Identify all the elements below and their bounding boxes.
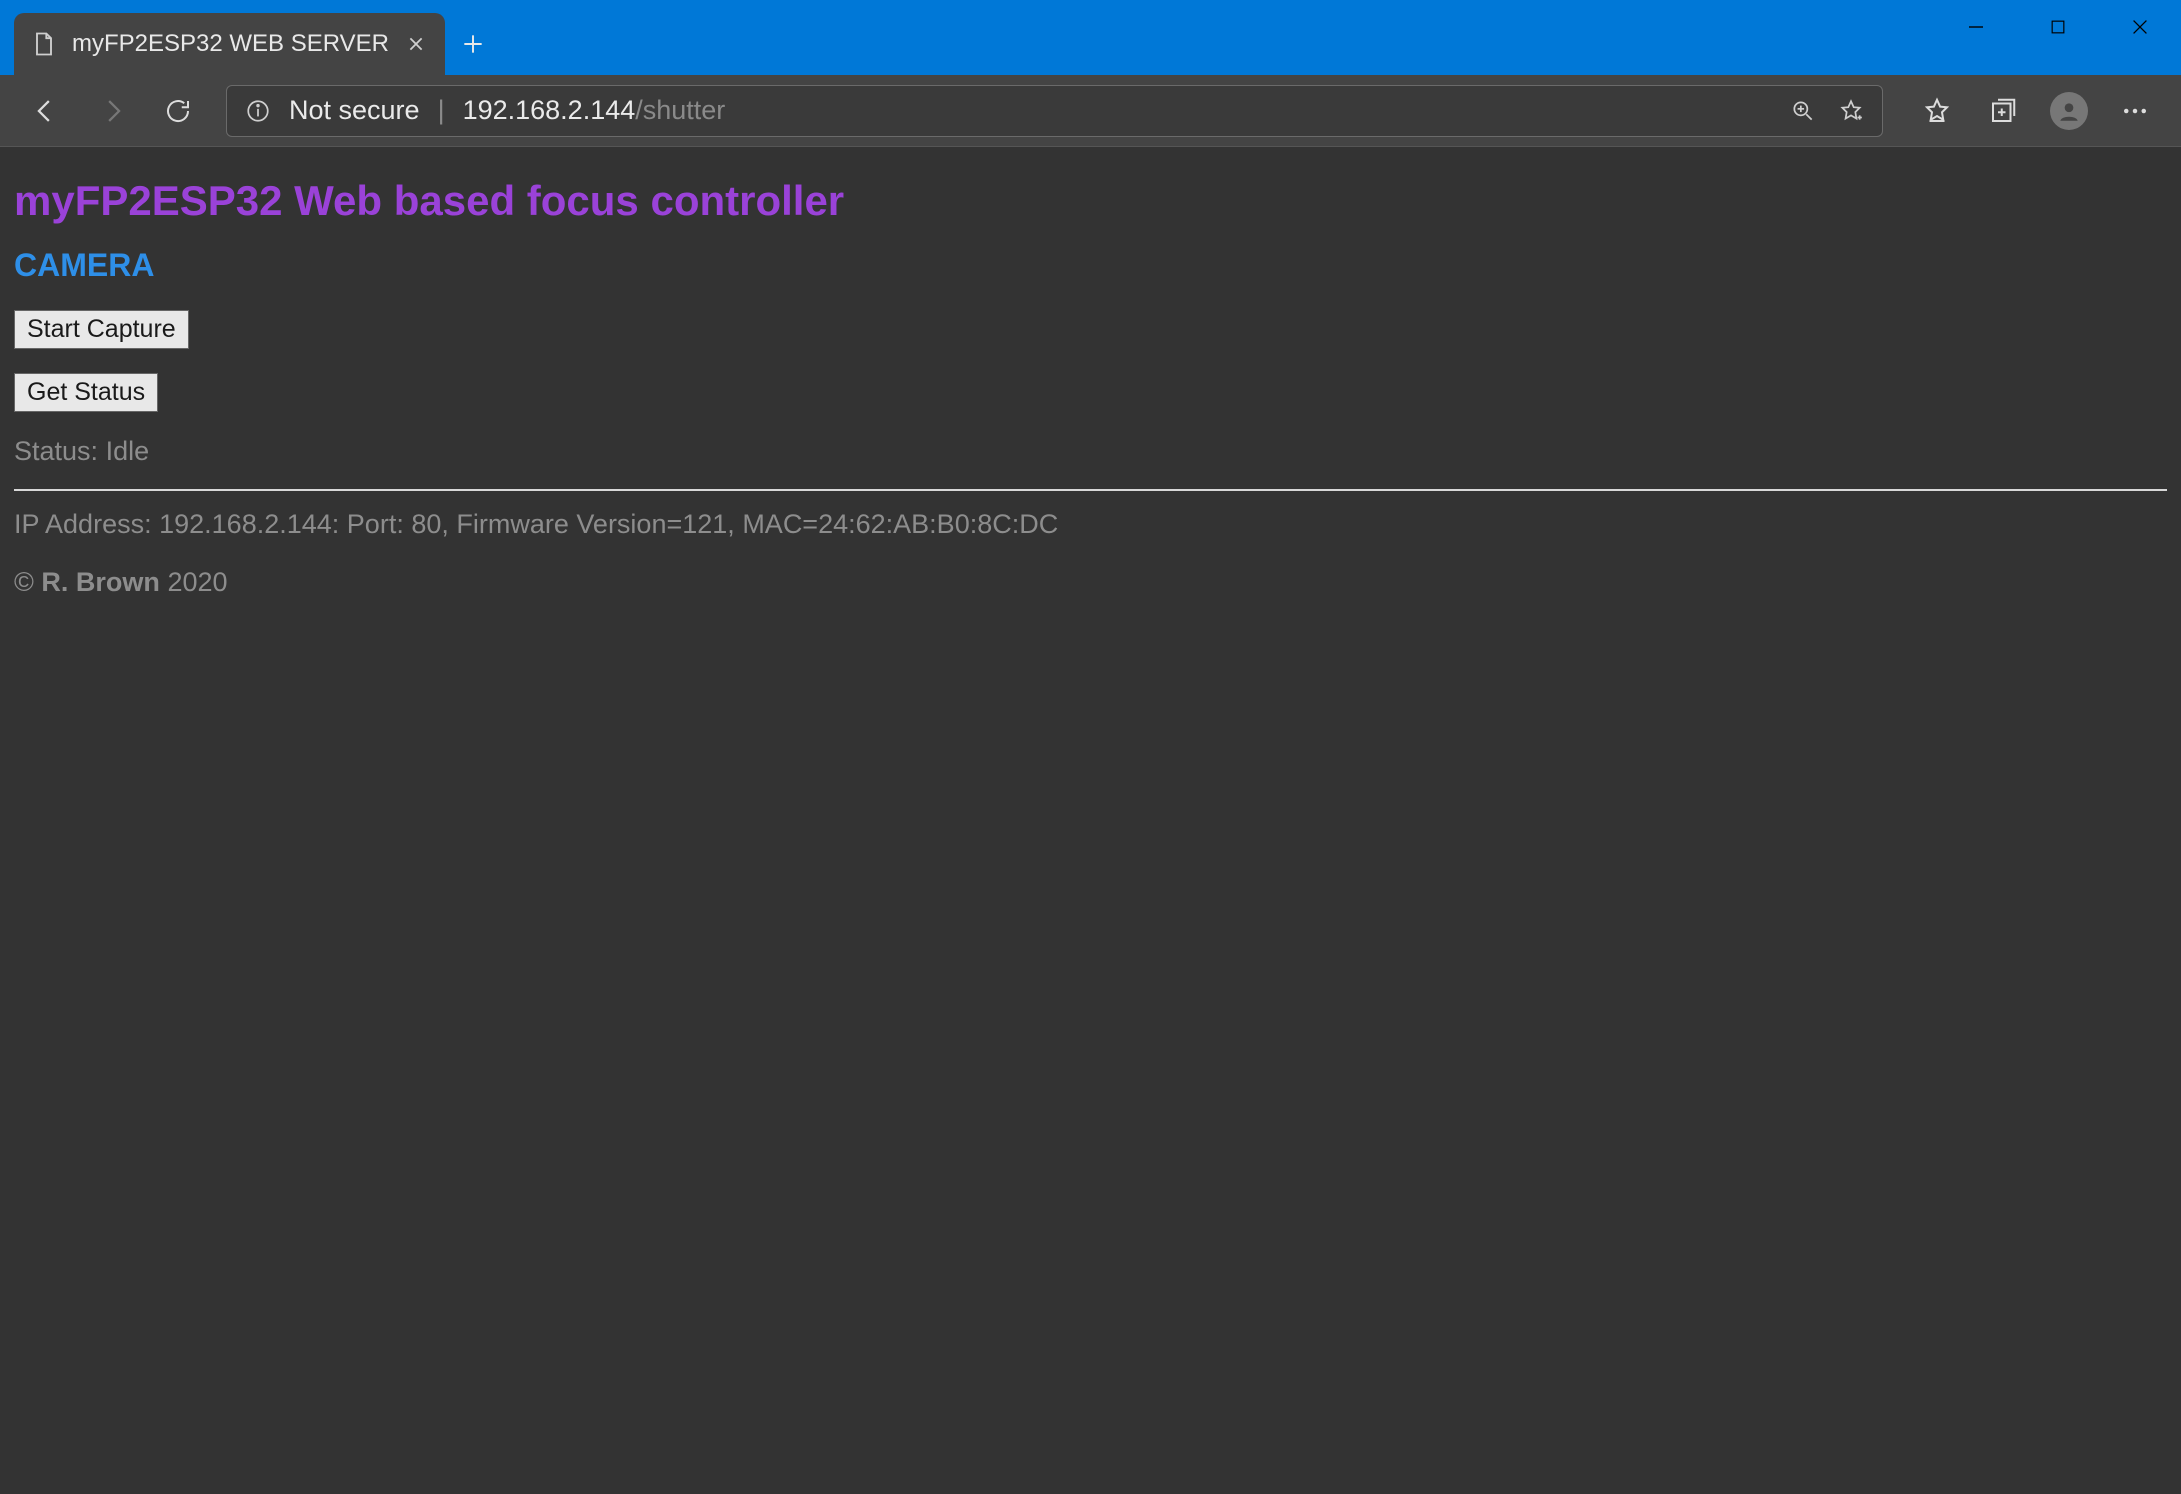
tab-title: myFP2ESP32 WEB SERVER xyxy=(72,30,389,58)
ip-label: IP Address: xyxy=(14,509,152,539)
profile-button[interactable] xyxy=(2041,83,2097,139)
status-label: Status: xyxy=(14,436,98,466)
page-content: myFP2ESP32 Web based focus controller CA… xyxy=(0,147,2181,1494)
copyright-year: 2020 xyxy=(167,567,227,597)
copyright-line: © R. Brown 2020 xyxy=(14,567,2167,598)
ip-value: 192.168.2.144 xyxy=(159,509,332,539)
footer-info-line: IP Address: 192.168.2.144: Port: 80, Fir… xyxy=(14,509,2167,540)
window-minimize-button[interactable] xyxy=(1935,0,2017,54)
security-label: Not secure xyxy=(289,95,420,126)
back-button[interactable] xyxy=(18,83,74,139)
port-value: 80 xyxy=(411,509,441,539)
fw-value: 121 xyxy=(682,509,727,539)
browser-tab[interactable]: myFP2ESP32 WEB SERVER xyxy=(14,13,445,75)
status-line: Status: Idle xyxy=(14,436,2167,467)
new-tab-button[interactable] xyxy=(449,13,497,75)
copyright-author: R. Brown xyxy=(41,567,160,597)
section-title: CAMERA xyxy=(14,247,2167,284)
window-close-button[interactable] xyxy=(2099,0,2181,54)
refresh-button[interactable] xyxy=(150,83,206,139)
copyright-symbol: © xyxy=(14,567,34,597)
mac-value: 24:62:AB:B0:8C:DC xyxy=(818,509,1058,539)
fw-label: Firmware Version= xyxy=(456,509,682,539)
avatar-icon xyxy=(2050,92,2088,130)
mac-label: MAC= xyxy=(742,509,818,539)
favorites-button[interactable] xyxy=(1909,83,1965,139)
address-bar[interactable]: Not secure | 192.168.2.144/shutter xyxy=(226,85,1883,137)
browser-toolbar: Not secure | 192.168.2.144/shutter xyxy=(0,75,2181,147)
collections-button[interactable] xyxy=(1975,83,2031,139)
site-info-icon[interactable] xyxy=(241,94,275,128)
address-path: /shutter xyxy=(635,95,725,126)
address-separator: | xyxy=(438,95,445,126)
window-titlebar: myFP2ESP32 WEB SERVER xyxy=(0,0,2181,75)
port-label: Port: xyxy=(347,509,404,539)
forward-button[interactable] xyxy=(84,83,140,139)
horizontal-rule xyxy=(14,489,2167,491)
window-controls xyxy=(1935,0,2181,54)
tab-close-button[interactable] xyxy=(403,31,429,57)
get-status-button[interactable]: Get Status xyxy=(14,373,158,412)
zoom-icon[interactable] xyxy=(1786,94,1820,128)
address-text: Not secure | 192.168.2.144/shutter xyxy=(289,95,1772,126)
toolbar-right-icons xyxy=(1909,83,2163,139)
status-value: Idle xyxy=(106,436,150,466)
start-capture-button[interactable]: Start Capture xyxy=(14,310,189,349)
favorite-add-icon[interactable] xyxy=(1834,94,1868,128)
address-host: 192.168.2.144 xyxy=(463,95,636,126)
page-icon xyxy=(30,30,58,58)
page-heading: myFP2ESP32 Web based focus controller xyxy=(14,177,2167,225)
more-button[interactable] xyxy=(2107,83,2163,139)
window-maximize-button[interactable] xyxy=(2017,0,2099,54)
tab-strip: myFP2ESP32 WEB SERVER xyxy=(0,0,1935,75)
